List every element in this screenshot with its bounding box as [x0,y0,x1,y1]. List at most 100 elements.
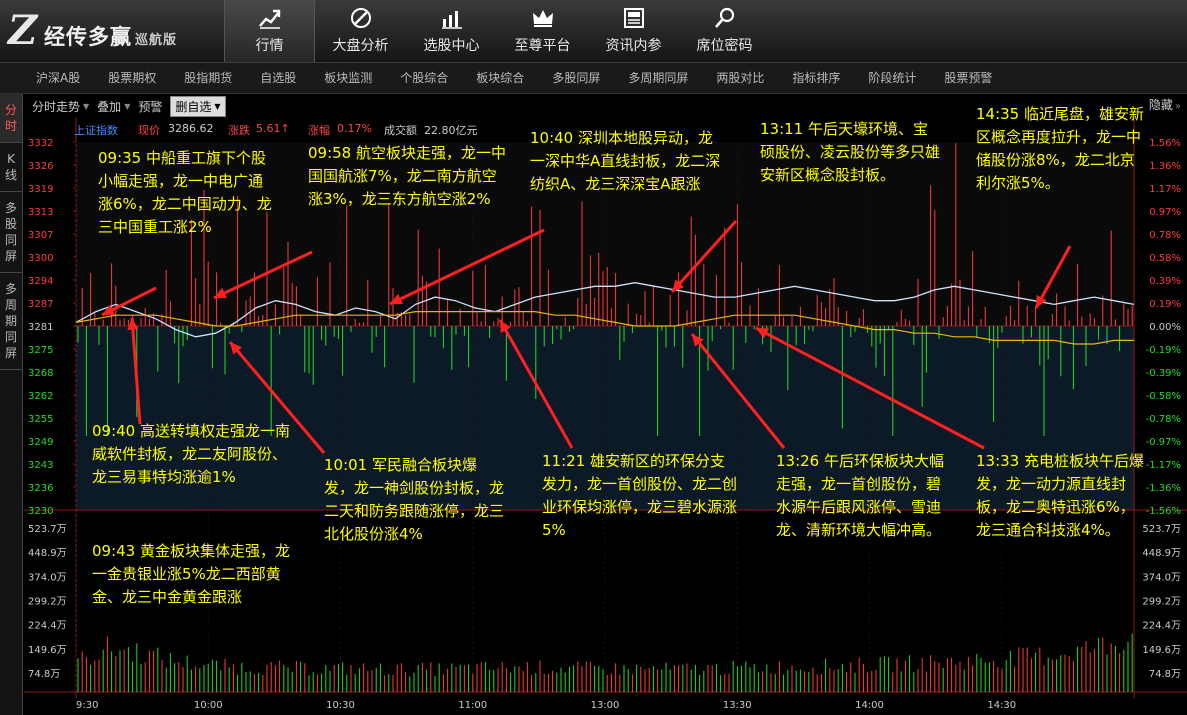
sub-nav: 沪深A股 股票期权 股指期货 自选股 板块监测 个股综合 板块综合 多股同屏 多… [0,62,1187,94]
turnover-label: 成交额 [384,124,417,137]
nav-stock-picker[interactable]: 选股中心 [406,0,497,62]
price-tick: 3262 [28,391,53,402]
pct-tick: 0.97% [1149,207,1181,218]
annotation-1001: 10:01 军民融合板块爆发，龙一神剑股份封板，龙二天和防务跟随涨停，龙三北化股… [324,456,505,543]
left-tab-0[interactable]: 分时 [0,94,22,143]
pct-tick: 0.39% [1149,276,1181,287]
change-value: 5.61↑ [256,122,290,135]
price-tick: 3243 [28,460,53,471]
annotation-0943: 09:43 黄金板块集体走强，龙一金贵银业涨5%龙二西部黄金、龙三中金黄金跟涨 [92,542,290,606]
nav-news[interactable]: 资讯内参 [588,0,679,62]
price-value: 3286.62 [168,122,214,135]
alert-button[interactable]: 预警 [138,98,162,115]
pct-tick: 1.36% [1149,161,1181,172]
annotation-0958: 09:58 航空板块走强，龙一中国国航涨7%，龙二南方航空涨3%，龙三东方航空涨… [308,144,506,208]
pct-tick: -0.39% [1146,368,1181,379]
subnav-item[interactable]: 板块监测 [310,63,386,93]
volume-tick: 74.8万 [28,669,60,680]
volume-tick-right: 74.8万 [1149,669,1181,680]
time-tick: 14:00 [855,700,884,711]
pct-tick: -0.78% [1146,414,1181,425]
annotation-0940: 09:40 高送转填权走强龙一南威软件封板，龙二友阿股份、龙三易事特均涨逾1% [92,422,290,486]
price-tick: 3300 [28,253,53,264]
annotation-1333: 13:33 充电桩板块午后爆发，龙一动力源直线封板，龙二奥特迅涨6%，龙三通合科… [976,452,1144,539]
logo-mark: Z [8,7,38,54]
pct-value: 0.17% [337,122,372,135]
volume-tick-right: 523.7万 [1142,524,1181,535]
app-window: Z 经传多赢 巡航版 行情 大盘分析 选股中心 至尊平台 资讯内参 席位密码 沪深… [0,0,1187,715]
nav-label: 至尊平台 [514,38,571,54]
pct-tick: 0.00% [1149,322,1181,333]
volume-tick: 523.7万 [28,524,67,535]
volume-tick-right: 448.9万 [1142,548,1181,559]
time-tick: 9:30 [76,700,98,711]
volume-tick-right: 149.6万 [1142,645,1181,656]
overlay-dropdown[interactable]: 叠加 ▼ [97,98,130,115]
pct-tick: -1.36% [1146,483,1181,494]
subnav-item[interactable]: 板块综合 [462,63,538,93]
top-bar: Z 经传多赢 巡航版 行情 大盘分析 选股中心 至尊平台 资讯内参 席位密码 [0,0,1187,62]
pct-tick: -0.97% [1146,437,1181,448]
compass-icon [350,8,371,28]
volume-tick: 448.9万 [28,548,67,559]
subnav-item[interactable]: 股票预警 [930,63,1006,93]
left-tab-3[interactable]: 多周期同屏 [0,273,22,370]
nav-quotes[interactable]: 行情 [224,0,315,62]
volume-tick: 374.0万 [28,572,67,583]
price-tick: 3332 [28,138,53,149]
pct-label: 涨幅 [308,124,330,137]
price-tick: 3287 [28,299,53,310]
price-tick: 3326 [28,161,53,172]
left-tab-2[interactable]: 多股同屏 [0,192,22,273]
subnav-item[interactable]: 多股同屏 [538,63,614,93]
subnav-item[interactable]: 股指期货 [170,63,246,93]
time-tick: 14:30 [987,700,1016,711]
price-tick: 3236 [28,483,53,494]
time-tick: 11:00 [458,700,487,711]
subnav-item[interactable]: 两股对比 [702,63,778,93]
annotation-1121: 11:21 雄安新区的环保分支发力，龙一首创股份、龙二创业环保均涨停，龙三碧水源… [542,452,738,539]
time-tick: 13:30 [723,700,752,711]
nav-premium[interactable]: 至尊平台 [497,0,588,62]
price-tick: 3249 [28,437,53,448]
pct-tick: 0.58% [1149,253,1181,264]
nav-market-analysis[interactable]: 大盘分析 [315,0,406,62]
pct-tick: -0.19% [1146,345,1181,356]
volume-tick-right: 299.2万 [1142,597,1181,608]
index-name: 上证指数 [74,124,118,137]
volume-tick: 149.6万 [28,645,67,656]
subnav-item[interactable]: 阶段统计 [854,63,930,93]
nav-seat-code[interactable]: 席位密码 [679,0,770,62]
left-tabs: 分时K线多股同屏多周期同屏 [0,94,23,715]
time-tick: 10:30 [326,700,355,711]
pct-tick: -1.17% [1146,460,1181,471]
turnover-value: 22.80亿元 [424,124,478,137]
volume-tick: 299.2万 [28,597,67,608]
subnav-item[interactable]: 多周期同屏 [614,63,702,93]
volume-tick-right: 374.0万 [1142,572,1181,583]
timeshare-dropdown[interactable]: 分时走势 ▼ [32,98,89,115]
pct-tick: -0.58% [1146,391,1181,402]
subnav-item[interactable]: 个股综合 [386,63,462,93]
pct-tick: 1.56% [1149,138,1181,149]
subnav-item[interactable]: 股票期权 [94,63,170,93]
news-icon [623,8,644,28]
nav-label: 选股中心 [423,38,480,54]
pct-tick: 0.19% [1149,299,1181,310]
annotation-1311: 13:11 午后天壕环境、宝硕股份、凌云股份等多只雄安新区概念股封板。 [760,120,941,184]
nav-label: 资讯内参 [605,38,662,54]
price-tick: 3230 [28,506,53,517]
annotation-0935: 09:35 中船重工旗下个股小幅走强，龙一中电广通涨6%，龙二中国动力、龙三中国… [98,149,272,236]
subnav-item[interactable]: 指标排序 [778,63,854,93]
app-name: 经传多赢 巡航版 [44,25,178,49]
price-tick: 3294 [28,276,53,287]
double-chevron-icon: » [1174,101,1181,112]
remove-watchlist-select[interactable]: 删自选 ▼ [170,95,226,117]
bar-chart-icon [441,11,462,29]
subnav-item[interactable]: 自选股 [246,63,310,93]
timeshare-chart[interactable]: 3332 1.56% 3326 1.36% 3319 1.17% 3313 0.97% 3307… [24,105,1187,715]
left-tab-1[interactable]: K线 [0,143,22,192]
subnav-item[interactable]: 沪深A股 [22,63,94,93]
time-tick: 10:00 [194,700,223,711]
hide-button[interactable]: 隐藏» [1149,96,1181,113]
